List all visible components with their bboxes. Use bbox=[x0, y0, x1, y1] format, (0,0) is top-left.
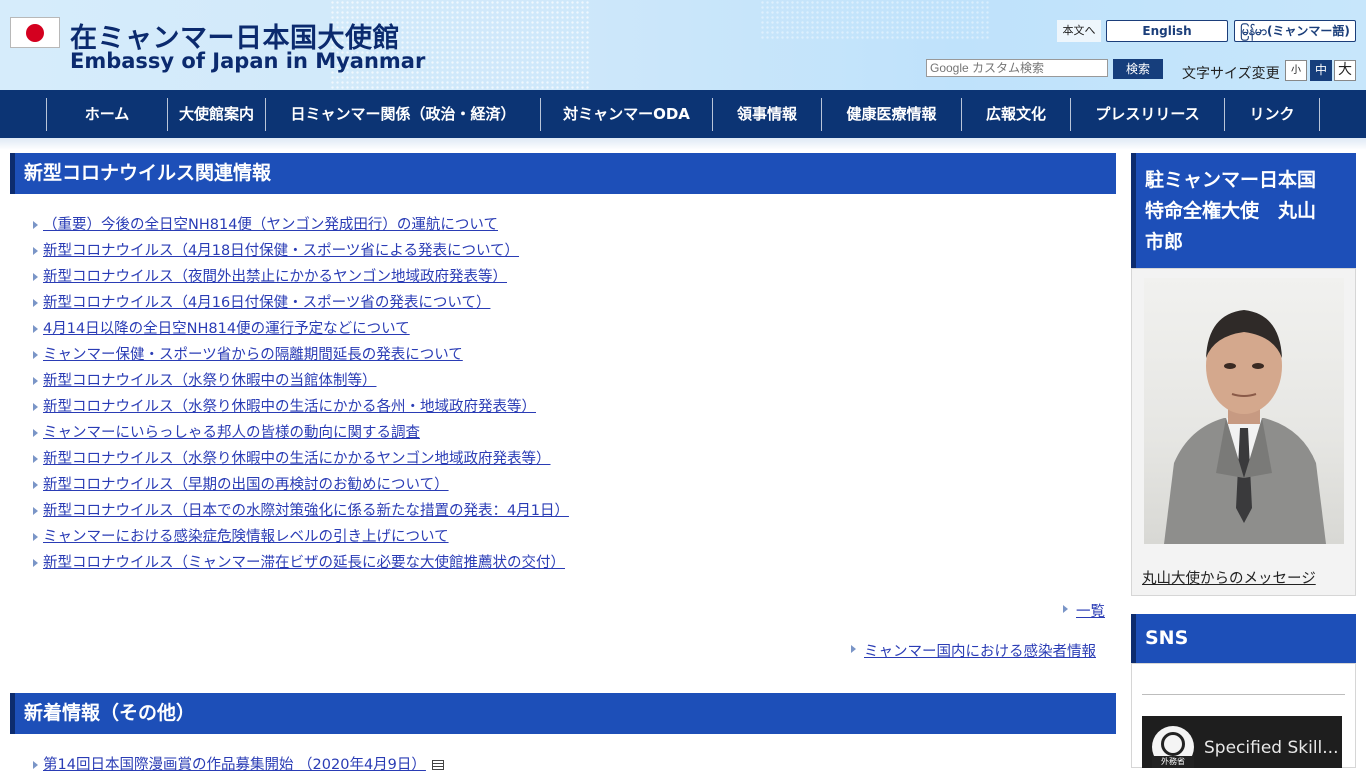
news-link[interactable]: 新型コロナウイルス（4月18日付保健・スポーツ省による発表について） bbox=[43, 243, 519, 259]
news-link[interactable]: 新型コロナウイルス（水祭り休暇中の生活にかかるヤンゴン地域政府発表等） bbox=[43, 451, 551, 467]
list-item: 新型コロナウイルス（4月16日付保健・スポーツ省の発表について） bbox=[32, 293, 569, 319]
divider bbox=[1142, 694, 1345, 695]
news-link[interactable]: 新型コロナウイルス（早期の出国の再検討のお勧めについて） bbox=[43, 477, 449, 493]
nav-item-press[interactable]: プレスリリース bbox=[1070, 98, 1224, 131]
mofa-logo-text: 外務省 bbox=[1152, 756, 1194, 768]
news-link[interactable]: ミャンマーにおける感染症危険情報レベルの引き上げについて bbox=[43, 529, 449, 545]
other-news-list: 第14回日本国際漫画賞の作品募集開始 （2020年4月9日） bbox=[32, 755, 444, 781]
news-link[interactable]: （重要）今後の全日空NH814便（ヤンゴン発成田行）の運航について bbox=[43, 217, 498, 233]
world-map-decoration-2 bbox=[760, 0, 990, 40]
news-link[interactable]: 第14回日本国際漫画賞の作品募集開始 （2020年4月9日） bbox=[43, 757, 426, 773]
mofa-logo-icon: 外務省 bbox=[1152, 726, 1194, 768]
nav-item-home[interactable]: ホーム bbox=[46, 98, 167, 131]
myanmar-language-button[interactable]: မြန်မာ(ミャンマー語) bbox=[1234, 20, 1356, 42]
news-link[interactable]: 新型コロナウイルス（水祭り休暇中の生活にかかる各州・地域政府発表等） bbox=[43, 399, 536, 415]
list-item: ミャンマーにおける感染症危険情報レベルの引き上げについて bbox=[32, 527, 569, 553]
news-link[interactable]: 新型コロナウイルス（日本での水際対策強化に係る新たな措置の発表：4月1日） bbox=[43, 503, 569, 519]
font-size-label: 文字サイズ変更 bbox=[1182, 66, 1280, 82]
nav-item-links[interactable]: リンク bbox=[1224, 98, 1319, 131]
site-title-en[interactable]: Embassy of Japan in Myanmar bbox=[70, 49, 425, 73]
ambassador-heading-line: 市郎 bbox=[1145, 231, 1184, 253]
search-input[interactable] bbox=[926, 59, 1108, 77]
list-item: 新型コロナウイルス（夜間外出禁止にかかるヤンゴン地域政府発表等） bbox=[32, 267, 569, 293]
list-item: 4月14日以降の全日空NH814便の運行予定などについて bbox=[32, 319, 569, 345]
video-title: Specified Skill... bbox=[1204, 738, 1339, 758]
ambassador-message-link[interactable]: 丸山大使からのメッセージ bbox=[1142, 571, 1316, 587]
sns-heading: SNS bbox=[1131, 614, 1356, 663]
list-item: 新型コロナウイルス（ミャンマー滞在ビザの延長に必要な大使館推薦状の交付） bbox=[32, 553, 569, 579]
nav-item-health[interactable]: 健康医療情報 bbox=[821, 98, 961, 131]
list-item: 新型コロナウイルス（早期の出国の再検討のお勧めについて） bbox=[32, 475, 569, 501]
nav-item-relations[interactable]: 日ミャンマー関係（政治・経済） bbox=[265, 98, 540, 131]
infection-info-link[interactable]: ミャンマー国内における感染者情報 bbox=[864, 644, 1096, 660]
covid-news-list: （重要）今後の全日空NH814便（ヤンゴン発成田行）の運航について 新型コロナウ… bbox=[32, 215, 569, 579]
list-link-container: 一覧 bbox=[1062, 600, 1105, 621]
news-link[interactable]: 4月14日以降の全日空NH814便の運行予定などについて bbox=[43, 321, 410, 337]
nav-item-oda[interactable]: 対ミャンマーODA bbox=[540, 98, 712, 131]
news-link[interactable]: 新型コロナウイルス（水祭り休暇中の当館体制等） bbox=[43, 373, 377, 389]
list-item: 新型コロナウイルス（水祭り休暇中の生活にかかるヤンゴン地域政府発表等） bbox=[32, 449, 569, 475]
news-link[interactable]: 新型コロナウイルス（夜間外出禁止にかかるヤンゴン地域政府発表等） bbox=[43, 269, 507, 285]
nav-shadow bbox=[0, 138, 1366, 150]
covid-section-heading: 新型コロナウイルス関連情報 bbox=[10, 153, 1116, 194]
news-link[interactable]: ミャンマーにいらっしゃる邦人の皆様の動向に関する調査 bbox=[43, 425, 420, 441]
main-nav: ホーム 大使館案内 日ミャンマー関係（政治・経済） 対ミャンマーODA 領事情報… bbox=[0, 90, 1366, 138]
list-item: ミャンマーにいらっしゃる邦人の皆様の動向に関する調査 bbox=[32, 423, 569, 449]
infection-info-container: ミャンマー国内における感染者情報 bbox=[850, 640, 1096, 661]
ambassador-photo bbox=[1164, 310, 1326, 544]
youtube-video-thumbnail[interactable]: 外務省 Specified Skill... bbox=[1142, 716, 1342, 768]
list-item: （重要）今後の全日空NH814便（ヤンゴン発成田行）の運航について bbox=[32, 215, 569, 241]
news-link[interactable]: ミャンマー保健・スポーツ省からの隔離期間延長の発表について bbox=[43, 347, 463, 363]
ambassador-heading-line: 特命全権大使 丸山 bbox=[1145, 200, 1317, 222]
view-all-link[interactable]: 一覧 bbox=[1076, 604, 1105, 620]
other-news-heading: 新着情報（その他） bbox=[10, 693, 1116, 734]
ambassador-heading-line: 駐ミャンマー日本国 bbox=[1145, 169, 1317, 191]
ambassador-message-container: 丸山大使からのメッセージ bbox=[1131, 554, 1356, 596]
document-icon bbox=[431, 760, 444, 770]
font-size-medium-button[interactable]: 中 bbox=[1310, 60, 1332, 81]
list-item: 新型コロナウイルス（4月18日付保健・スポーツ省による発表について） bbox=[32, 241, 569, 267]
list-item: ミャンマー保健・スポーツ省からの隔離期間延長の発表について bbox=[32, 345, 569, 371]
nav-divider bbox=[1319, 98, 1320, 131]
site-header: 在ミャンマー日本国大使館 Embassy of Japan in Myanmar… bbox=[0, 0, 1366, 90]
ambassador-portrait[interactable] bbox=[1144, 278, 1344, 544]
english-button[interactable]: English bbox=[1106, 20, 1228, 42]
nav-item-culture[interactable]: 広報文化 bbox=[961, 98, 1070, 131]
skip-to-content-link[interactable]: 本文へ bbox=[1057, 20, 1101, 42]
nav-item-embassy[interactable]: 大使館案内 bbox=[167, 98, 265, 131]
news-link[interactable]: 新型コロナウイルス（4月16日付保健・スポーツ省の発表について） bbox=[43, 295, 490, 311]
list-item: 新型コロナウイルス（水祭り休暇中の生活にかかる各州・地域政府発表等） bbox=[32, 397, 569, 423]
font-size-large-button[interactable]: 大 bbox=[1334, 60, 1356, 81]
news-link[interactable]: 新型コロナウイルス（ミャンマー滞在ビザの延長に必要な大使館推薦状の交付） bbox=[43, 555, 565, 571]
search-button[interactable]: 検索 bbox=[1113, 59, 1163, 79]
ambassador-heading: 駐ミャンマー日本国 特命全権大使 丸山 市郎 bbox=[1131, 153, 1356, 268]
japan-flag-icon bbox=[10, 17, 60, 48]
nav-item-consular[interactable]: 領事情報 bbox=[712, 98, 821, 131]
list-item: 新型コロナウイルス（日本での水際対策強化に係る新たな措置の発表：4月1日） bbox=[32, 501, 569, 527]
font-size-small-button[interactable]: 小 bbox=[1285, 60, 1307, 81]
list-item: 第14回日本国際漫画賞の作品募集開始 （2020年4月9日） bbox=[32, 755, 444, 781]
list-item: 新型コロナウイルス（水祭り休暇中の当館体制等） bbox=[32, 371, 569, 397]
